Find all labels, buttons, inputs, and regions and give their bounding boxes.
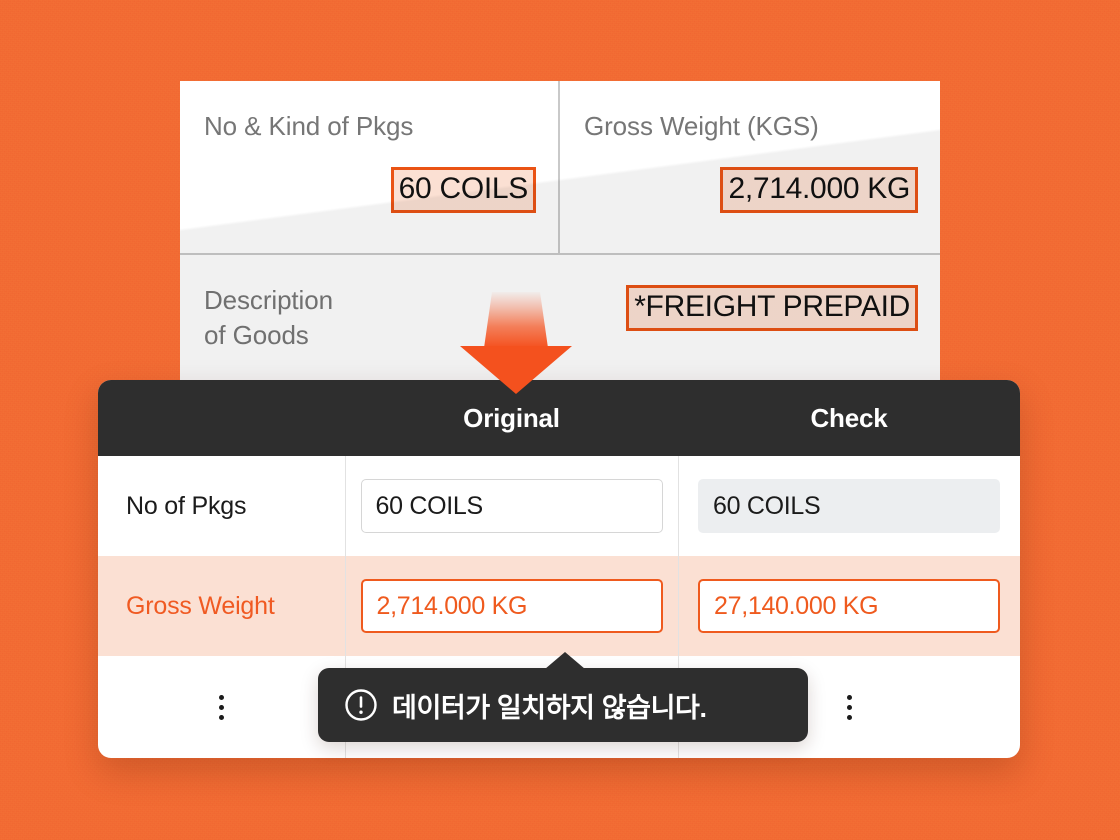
table-header-check: Check	[678, 380, 1020, 456]
document-field-no-kind-of-pkgs: No & Kind of Pkgs 60 COILS	[180, 81, 558, 253]
tooltip-message: 데이터가 일치하지 않습니다.	[392, 692, 707, 723]
table-row: No of Pkgs 60 COILS 60 COILS	[98, 456, 1020, 556]
arrow-down-icon	[460, 292, 572, 394]
row-label: Gross Weight	[126, 591, 275, 620]
check-value-input[interactable]: 60 COILS	[698, 479, 1000, 533]
kebab-dot	[219, 704, 224, 710]
document-field-value-highlight: 2,714.000 KG	[720, 167, 918, 213]
original-value-input[interactable]: 60 COILS	[360, 479, 663, 533]
table-header-original-label: Original	[463, 402, 560, 433]
mismatch-tooltip: 데이터가 일치하지 않습니다.	[318, 652, 808, 742]
kebab-dot	[219, 694, 224, 700]
kebab-menu-icon[interactable]	[98, 694, 345, 720]
table-row-mismatch: Gross Weight 2,714.000 KG 27,140.000 KG	[98, 556, 1020, 656]
row-original-cell: 2,714.000 KG	[345, 579, 678, 633]
row-original-cell: 60 COILS	[345, 479, 678, 533]
document-field-label: No & Kind of Pkgs	[204, 111, 414, 141]
check-value-input[interactable]: 27,140.000 KG	[698, 579, 1000, 633]
document-row-divider	[180, 253, 940, 255]
row-actions-cell-left	[98, 694, 345, 720]
kebab-dot	[846, 694, 852, 700]
table-header-check-label: Check	[810, 402, 888, 433]
document-field-value-wrap: *FREIGHT PREPAID	[626, 285, 918, 331]
row-label-cell: Gross Weight	[98, 592, 345, 621]
original-value-input[interactable]: 2,714.000 KG	[360, 579, 663, 633]
document-field-gross-weight: Gross Weight (KGS) 2,714.000 KG	[560, 81, 940, 253]
row-check-cell: 27,140.000 KG	[678, 579, 1020, 633]
document-field-value-highlight: *FREIGHT PREPAID	[626, 285, 918, 331]
document-column-divider	[558, 81, 560, 253]
document-field-value-wrap: 60 COILS	[390, 167, 536, 213]
document-field-label: Gross Weight (KGS)	[584, 111, 819, 141]
kebab-dot	[846, 714, 852, 720]
tooltip-pointer	[545, 652, 585, 669]
kebab-dot	[846, 704, 852, 710]
alert-circle-icon	[345, 689, 377, 721]
kebab-dot	[219, 714, 224, 720]
row-label: No of Pkgs	[126, 491, 247, 520]
document-field-value-wrap: 2,714.000 KG	[720, 167, 918, 213]
row-check-cell: 60 COILS	[678, 479, 1020, 533]
table-header-blank	[98, 380, 345, 456]
document-field-value-highlight: 60 COILS	[390, 167, 536, 213]
row-label-cell: No of Pkgs	[98, 492, 345, 521]
